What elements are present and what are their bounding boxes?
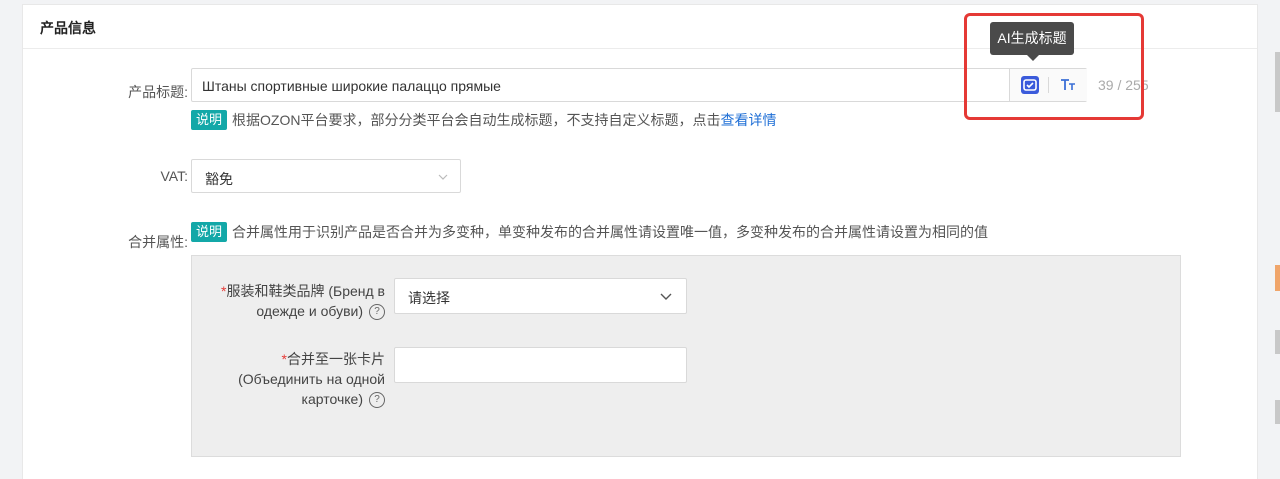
chevron-down-icon bbox=[438, 174, 448, 180]
help-circle-icon[interactable]: ? bbox=[369, 392, 385, 409]
product-title-label: 产品标题: bbox=[128, 84, 188, 100]
ai-magic-icon bbox=[1023, 79, 1037, 91]
combine-card-label-line3: карточке) bbox=[301, 391, 363, 407]
vat-value: 豁免 bbox=[205, 171, 233, 187]
product-title-input[interactable]: Штаны спортивные широкие палаццо прямые bbox=[191, 68, 1087, 102]
brand-label-line1: 服装和鞋类品牌 (Бренд в bbox=[226, 283, 385, 299]
brand-select[interactable]: 请选择 bbox=[394, 278, 687, 314]
view-details-link[interactable]: 查看详情 bbox=[720, 112, 776, 128]
product-title-value: Штаны спортивные широкие палаццо прямые bbox=[202, 78, 501, 94]
chevron-down-icon bbox=[660, 293, 672, 300]
vat-label: VAT: bbox=[160, 168, 189, 184]
title-note-text: 根据OZON平台要求，部分分类平台会自动生成标题，不支持自定义标题，点击 bbox=[232, 112, 721, 128]
title-input-addon bbox=[1009, 69, 1087, 101]
title-char-counter: 39 / 255 bbox=[1098, 77, 1149, 93]
combine-card-label-line1: 合并至一张卡片 bbox=[287, 351, 385, 367]
scrollbar-thumb[interactable] bbox=[1275, 52, 1280, 112]
merge-note-text: 合并属性用于识别产品是否合并为多变种，单变种发布的合并属性请设置唯一值，多变种发… bbox=[232, 224, 989, 240]
title-note: 说明 根据OZON平台要求，部分分类平台会自动生成标题，不支持自定义标题，点击查看… bbox=[191, 110, 776, 130]
section-title: 产品信息 bbox=[40, 20, 96, 36]
merge-note-badge: 说明 bbox=[191, 222, 228, 242]
brand-field-label: *服装和鞋类品牌 (Бренд в одежде и обуви)? bbox=[195, 281, 385, 321]
combine-card-label-line2: (Объединить на одной bbox=[238, 371, 385, 387]
text-size-icon bbox=[1061, 79, 1075, 90]
help-circle-icon[interactable]: ? bbox=[369, 304, 385, 321]
side-indicator bbox=[1275, 330, 1280, 354]
page: 产品信息 产品标题: Штаны спортивные широкие пала… bbox=[0, 0, 1280, 479]
text-format-button[interactable] bbox=[1058, 75, 1078, 95]
merge-attr-note: 说明 合并属性用于识别产品是否合并为多变种，单变种发布的合并属性请设置唯一值，多变… bbox=[191, 222, 988, 242]
vat-select[interactable]: 豁免 bbox=[191, 159, 461, 193]
tooltip-arrow bbox=[1027, 55, 1039, 61]
merge-attr-label: 合并属性: bbox=[128, 234, 188, 250]
combine-card-input[interactable] bbox=[394, 347, 687, 383]
ai-generate-title-button[interactable] bbox=[1021, 76, 1039, 94]
title-note-badge: 说明 bbox=[191, 110, 228, 130]
side-indicator bbox=[1275, 400, 1280, 424]
side-indicator bbox=[1275, 265, 1280, 291]
brand-placeholder: 请选择 bbox=[408, 290, 450, 306]
ai-title-tooltip: AI生成标题 bbox=[990, 22, 1074, 55]
brand-label-line2: одежде и обуви) bbox=[256, 303, 363, 319]
combine-card-field-label: *合并至一张卡片 (Объединить на одной карточке)? bbox=[195, 349, 385, 409]
addon-separator bbox=[1048, 77, 1049, 93]
